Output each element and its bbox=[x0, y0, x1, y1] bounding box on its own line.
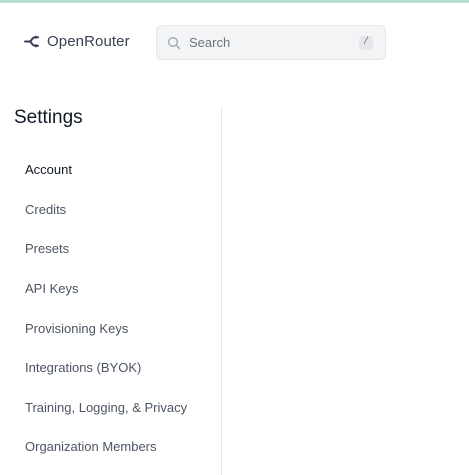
nav-item-presets[interactable]: Presets bbox=[14, 229, 214, 269]
search-input[interactable] bbox=[181, 27, 359, 58]
search-icon bbox=[167, 36, 181, 50]
sidebar-divider bbox=[221, 106, 222, 475]
search-shortcut-hint: / bbox=[359, 35, 373, 50]
search-box[interactable]: / bbox=[156, 25, 386, 60]
nav-item-organization-members[interactable]: Organization Members bbox=[14, 427, 214, 467]
header: OpenRouter / bbox=[0, 3, 469, 77]
settings-page: OpenRouter / Settings Account Credits Pr… bbox=[0, 0, 469, 475]
nav-item-credits[interactable]: Credits bbox=[14, 190, 214, 230]
nav-item-training-logging-privacy[interactable]: Training, Logging, & Privacy bbox=[14, 388, 214, 428]
nav-item-account[interactable]: Account bbox=[14, 150, 214, 190]
nav-item-api-keys[interactable]: API Keys bbox=[14, 269, 214, 309]
brand-link[interactable]: OpenRouter bbox=[24, 31, 130, 51]
nav-item-integrations[interactable]: Integrations (BYOK) bbox=[14, 348, 214, 388]
nav-item-provisioning-keys[interactable]: Provisioning Keys bbox=[14, 308, 214, 348]
page-title: Settings bbox=[14, 107, 83, 128]
settings-nav: Account Credits Presets API Keys Provisi… bbox=[14, 150, 214, 467]
openrouter-logo-icon bbox=[24, 34, 39, 49]
brand-name: OpenRouter bbox=[47, 32, 130, 50]
